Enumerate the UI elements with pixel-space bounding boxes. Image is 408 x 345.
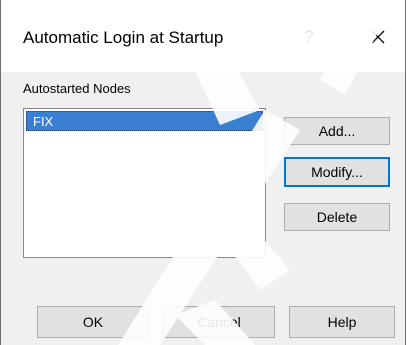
title-bar: Automatic Login at Startup ? <box>1 0 405 72</box>
dialog-title: Automatic Login at Startup <box>23 28 224 47</box>
autostarted-nodes-list[interactable]: FIX <box>23 108 266 258</box>
context-help-button[interactable]: ? <box>291 22 327 52</box>
dialog-window: Automatic Login at Startup ? Autostarted… <box>0 0 406 345</box>
delete-button[interactable]: Delete <box>284 203 390 231</box>
modify-button[interactable]: Modify... <box>284 157 390 187</box>
ok-button[interactable]: OK <box>37 306 149 338</box>
question-mark-icon: ? <box>304 27 314 46</box>
close-icon <box>371 30 385 44</box>
close-button[interactable] <box>358 22 398 52</box>
help-button[interactable]: Help <box>289 306 395 338</box>
autostarted-nodes-label: Autostarted Nodes <box>23 81 131 96</box>
add-button[interactable]: Add... <box>284 117 390 145</box>
list-item[interactable]: FIX <box>26 111 263 131</box>
cancel-button[interactable]: Cancel <box>163 306 275 338</box>
